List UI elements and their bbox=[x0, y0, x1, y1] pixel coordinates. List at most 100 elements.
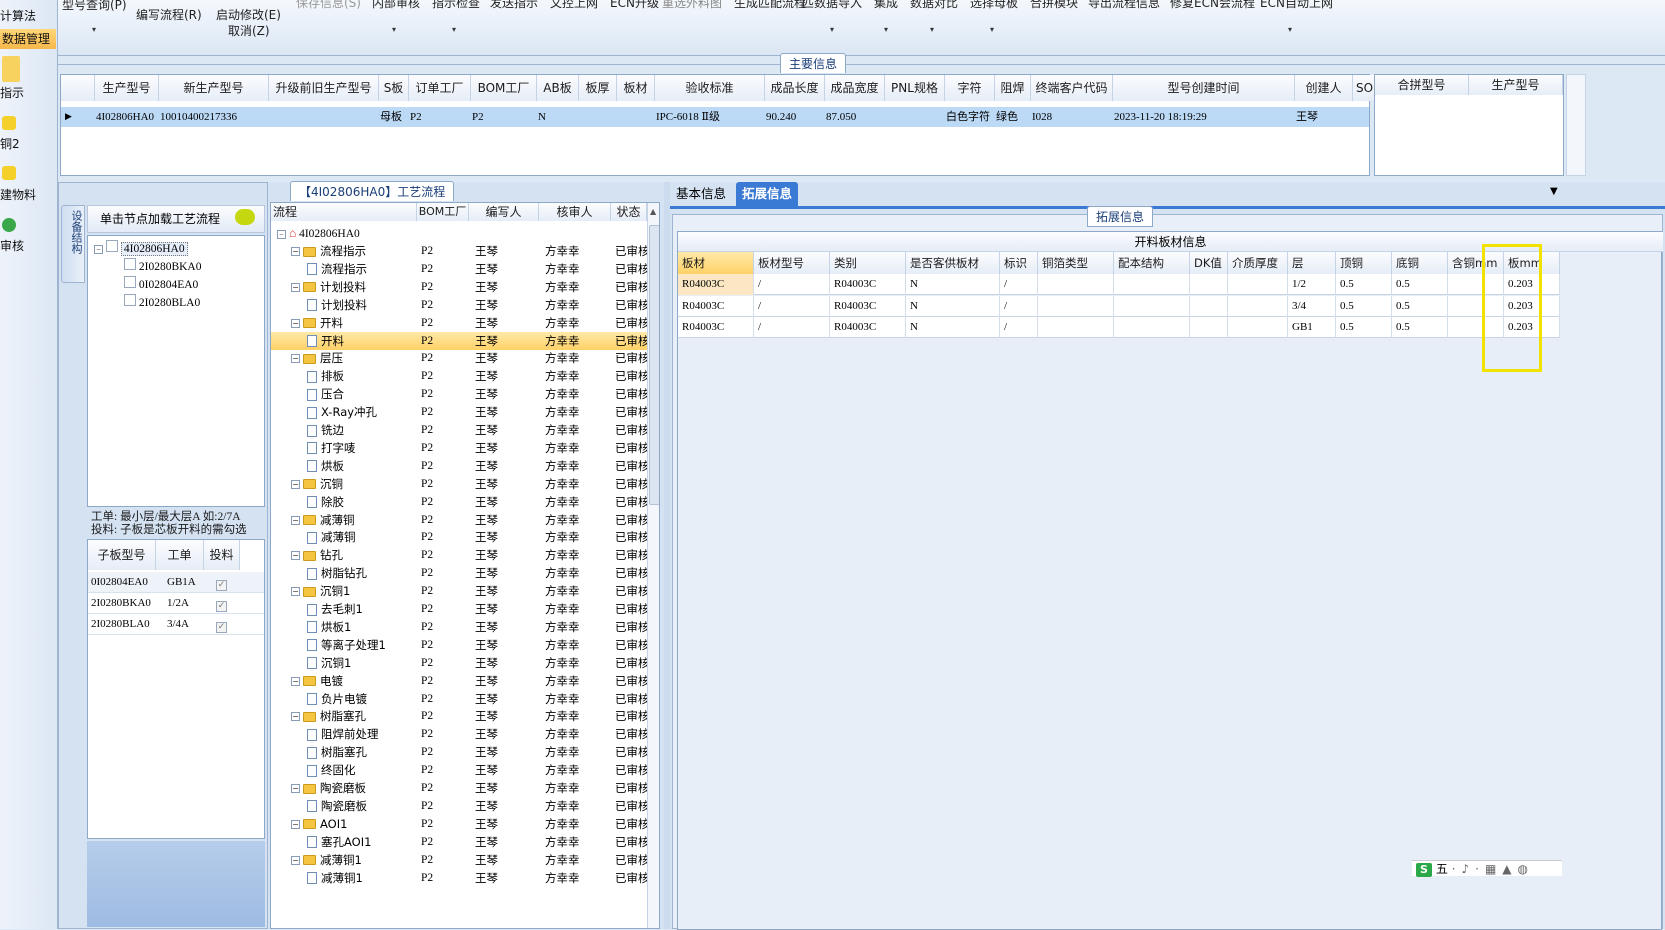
tree-node[interactable]: 2I0280BKA0 bbox=[124, 258, 202, 276]
column-header[interactable]: 订单工厂 bbox=[409, 75, 471, 101]
flow-row[interactable]: − 层压 P2 王琴 方幸幸 已审核 bbox=[271, 349, 647, 367]
column-header[interactable]: BOM工厂 bbox=[417, 203, 469, 221]
column-header[interactable]: 升级前旧生产型号 bbox=[269, 75, 379, 101]
flow-row[interactable]: 铣边 P2 王琴 方幸幸 已审核 bbox=[271, 421, 647, 439]
table-cell[interactable]: 0.5 bbox=[1392, 274, 1448, 295]
table-row[interactable]: R04003C / R04003C N/1/2 0.5 0.5 0.203 bbox=[678, 274, 1560, 295]
nav-item-data-manage[interactable]: 数据管理 bbox=[0, 29, 56, 49]
flow-row[interactable]: − 电镀 P2 王琴 方幸幸 已审核 bbox=[271, 672, 647, 690]
table-cell[interactable]: GB1 bbox=[1288, 317, 1336, 338]
column-header[interactable]: 生产型号 bbox=[95, 75, 159, 101]
column-header[interactable]: S板 bbox=[379, 75, 409, 101]
flow-row[interactable]: 开料 P2 王琴 方幸幸 已审核 bbox=[271, 331, 647, 350]
flow-row[interactable]: − 减薄铜1 P2 王琴 方幸幸 已审核 bbox=[271, 851, 647, 869]
ribbon-cancel-button[interactable]: 取消(Z) bbox=[228, 22, 270, 39]
ribbon-fix-ecn-button[interactable]: 修复ECN会流程 bbox=[1170, 0, 1255, 11]
table-cell[interactable] bbox=[1114, 317, 1190, 338]
flow-row[interactable]: 沉铜1 P2 王琴 方幸幸 已审核 bbox=[271, 654, 647, 672]
ribbon-generate-flow-button[interactable]: 生成匹配流程 bbox=[734, 0, 806, 11]
ribbon-export-button[interactable]: 导出流程信息 bbox=[1088, 0, 1160, 11]
ribbon-query-button[interactable]: 型号查询(P) bbox=[62, 0, 127, 13]
table-cell[interactable]: N bbox=[906, 295, 1000, 317]
table-row[interactable]: R04003C / R04003C N/3/4 0.5 0.5 0.203 bbox=[678, 295, 1560, 317]
column-header[interactable]: AB板 bbox=[537, 75, 579, 101]
nav-item-copper2[interactable]: 铜2 bbox=[0, 135, 20, 152]
chevron-down-icon[interactable]: ▼ bbox=[1550, 186, 1558, 197]
table-cell[interactable]: / bbox=[754, 295, 830, 317]
flow-row[interactable]: 去毛刺1 P2 王琴 方幸幸 已审核 bbox=[271, 600, 647, 618]
table-cell[interactable]: / bbox=[754, 274, 830, 295]
table-cell[interactable]: 0.5 bbox=[1336, 274, 1392, 295]
ime-mode[interactable]: 五 bbox=[1436, 862, 1448, 876]
flow-row[interactable]: − 钻孔 P2 王琴 方幸幸 已审核 bbox=[271, 546, 647, 564]
flow-row[interactable]: 塞孔AOI1 P2 王琴 方幸幸 已审核 bbox=[271, 833, 647, 851]
ribbon-merge-button[interactable]: 合拼模块 bbox=[1030, 0, 1078, 11]
chevron-down-icon[interactable]: ▾ bbox=[392, 25, 396, 34]
chevron-down-icon[interactable]: ▾ bbox=[1288, 25, 1292, 34]
column-header[interactable]: 生产型号 bbox=[1469, 75, 1563, 95]
column-header[interactable]: 新生产型号 bbox=[159, 75, 269, 101]
column-header[interactable]: 介质厚度 bbox=[1228, 252, 1288, 274]
column-header[interactable]: 成品宽度 bbox=[825, 75, 885, 101]
table-cell[interactable]: 0.5 bbox=[1392, 295, 1448, 317]
tab-extended-info[interactable]: 拓展信息 bbox=[736, 182, 799, 206]
column-header[interactable]: 验收标准 bbox=[655, 75, 765, 101]
flow-row[interactable]: − 减薄铜 P2 王琴 方幸幸 已审核 bbox=[271, 511, 647, 529]
flow-row[interactable]: 流程指示 P2 王琴 方幸幸 已审核 bbox=[271, 260, 647, 278]
column-header[interactable]: 阻焊 bbox=[995, 75, 1031, 101]
table-cell[interactable] bbox=[1228, 274, 1288, 295]
table-cell[interactable]: N bbox=[906, 274, 1000, 295]
column-header[interactable]: 顶铜 bbox=[1336, 252, 1392, 274]
feed-checkbox[interactable]: ✓ bbox=[216, 576, 227, 591]
ribbon-internal-review-button[interactable]: 内部审核 bbox=[372, 0, 420, 11]
vertical-scrollbar[interactable] bbox=[1566, 74, 1586, 176]
column-header[interactable]: 核审人 bbox=[539, 203, 611, 221]
tree-node[interactable]: 2I0280BLA0 bbox=[124, 294, 200, 312]
ribbon-ecn-button[interactable]: ECN升级 bbox=[610, 0, 659, 11]
flow-row[interactable]: − 计划投料 P2 王琴 方幸幸 已审核 bbox=[271, 278, 647, 296]
ribbon-import-button[interactable]: 匹数据导入 bbox=[802, 0, 862, 11]
column-header[interactable]: 投料 bbox=[204, 540, 240, 570]
flow-row[interactable]: X-Ray冲孔 P2 王琴 方幸幸 已审核 bbox=[271, 403, 647, 421]
comment-icon[interactable] bbox=[235, 209, 255, 225]
nav-item-calc[interactable]: 计算法 bbox=[0, 7, 36, 24]
chevron-down-icon[interactable]: ▾ bbox=[92, 25, 96, 34]
table-cell[interactable] bbox=[1038, 295, 1114, 317]
flow-row[interactable]: 树脂塞孔 P2 王琴 方幸幸 已审核 bbox=[271, 743, 647, 761]
table-cell[interactable] bbox=[1190, 274, 1228, 295]
column-header[interactable]: 创建人 bbox=[1295, 75, 1353, 101]
table-cell[interactable]: 0.5 bbox=[1336, 295, 1392, 317]
flow-row[interactable]: 打字唛 P2 王琴 方幸幸 已审核 bbox=[271, 439, 647, 457]
chevron-down-icon[interactable]: ▾ bbox=[830, 25, 834, 34]
column-header[interactable]: 子板型号 bbox=[88, 540, 156, 570]
chevron-down-icon[interactable]: ▾ bbox=[452, 25, 456, 34]
table-cell[interactable]: R04003C bbox=[830, 274, 906, 295]
column-header[interactable]: 配本结构 bbox=[1114, 252, 1190, 274]
table-cell[interactable] bbox=[1038, 317, 1114, 338]
table-row[interactable]: 2I0280BLA0 3/4A ✓ bbox=[88, 614, 264, 635]
tree-node-root[interactable]: − 4I02806HA0 bbox=[94, 240, 188, 258]
table-cell[interactable]: R04003C bbox=[830, 317, 906, 338]
tree-node[interactable]: 0I02804EA0 bbox=[124, 276, 198, 294]
table-cell[interactable] bbox=[1038, 274, 1114, 295]
ime-toolbar[interactable]: S 五 ·♪·▦▲◍ bbox=[1412, 860, 1562, 877]
table-cell[interactable]: / bbox=[1000, 317, 1038, 338]
table-cell[interactable] bbox=[1228, 317, 1288, 338]
ribbon-reselect-button[interactable]: 重选外料图 bbox=[662, 0, 722, 11]
flow-row[interactable]: 陶瓷磨板 P2 王琴 方幸幸 已审核 bbox=[271, 797, 647, 815]
flow-row[interactable]: 等离子处理1 P2 王琴 方幸幸 已审核 bbox=[271, 636, 647, 654]
flow-row[interactable]: 树脂钻孔 P2 王琴 方幸幸 已审核 bbox=[271, 564, 647, 582]
flow-row[interactable]: 减薄铜1 P2 王琴 方幸幸 已审核 bbox=[271, 869, 647, 887]
ribbon-write-flow-button[interactable]: 编写流程(R) bbox=[136, 6, 202, 23]
flow-row[interactable]: − 沉铜 P2 王琴 方幸幸 已审核 bbox=[271, 475, 647, 493]
flow-row[interactable]: 烘板 P2 王琴 方幸幸 已审核 bbox=[271, 457, 647, 475]
table-row[interactable]: 0I02804EA0 GB1A ✓ bbox=[88, 572, 264, 593]
table-cell[interactable]: 0.5 bbox=[1392, 317, 1448, 338]
column-header[interactable]: 板厚 bbox=[579, 75, 617, 101]
table-cell[interactable]: R04003C bbox=[830, 295, 906, 317]
nav-item-indicate[interactable]: 指示 bbox=[0, 84, 24, 101]
flow-row[interactable]: − 树脂塞孔 P2 王琴 方幸幸 已审核 bbox=[271, 707, 647, 725]
table-cell[interactable]: / bbox=[1000, 274, 1038, 295]
feed-checkbox[interactable]: ✓ bbox=[216, 618, 227, 633]
flow-row[interactable]: − 流程指示 P2 王琴 方幸幸 已审核 bbox=[271, 242, 647, 260]
